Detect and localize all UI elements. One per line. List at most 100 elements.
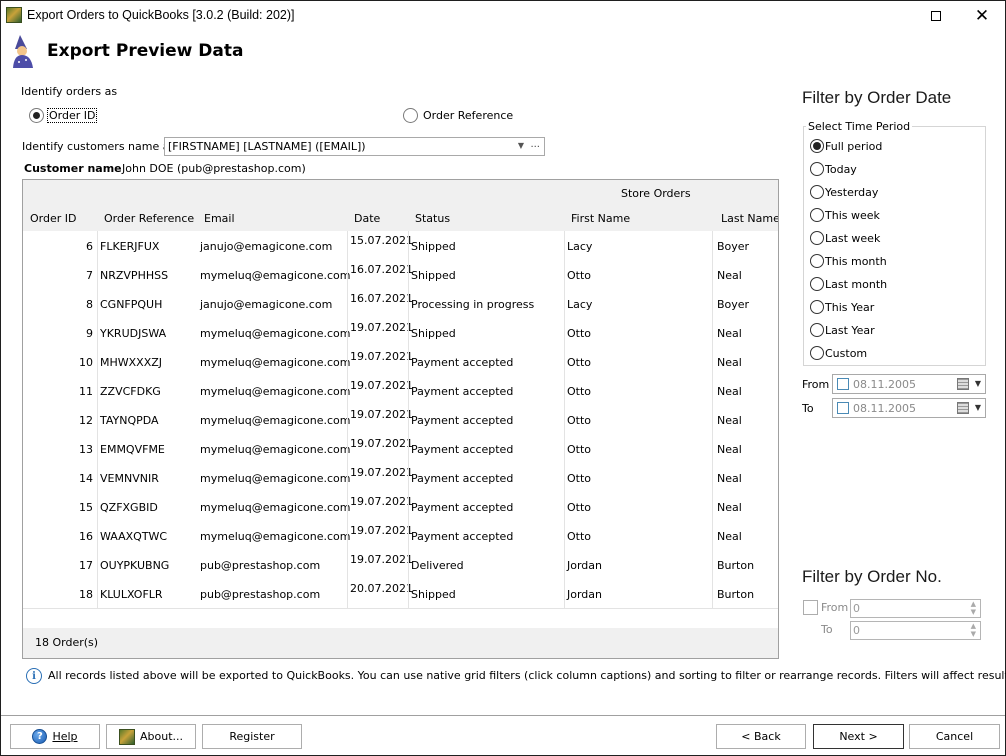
calendar-icon[interactable] (957, 402, 969, 414)
table-row[interactable]: 16 WAAXQTWC mymeluq@emagicone.com 19.07.202… (23, 521, 778, 550)
period-option-today[interactable]: Today (810, 162, 857, 178)
chevron-down-icon[interactable]: ▼ (975, 379, 981, 388)
period-option-last-week[interactable]: Last week (810, 231, 880, 247)
register-button[interactable]: Register (202, 724, 302, 749)
column-header-status[interactable]: Status (415, 212, 450, 225)
period-option-this-week[interactable]: This week (810, 208, 880, 224)
order-no-filter-checkbox[interactable] (803, 600, 818, 615)
band-store-orders[interactable]: Store Orders (621, 187, 691, 200)
ellipsis-button[interactable]: ... (530, 139, 540, 150)
page-title: Export Preview Data (47, 41, 244, 61)
table-row[interactable]: 17 OUYPKUBNG pub@prestashop.com 19.07.2021 D… (23, 550, 778, 579)
column-header-email[interactable]: Email (204, 212, 235, 225)
order-no-from-value: 0 (853, 602, 860, 615)
period-radio[interactable] (810, 185, 824, 199)
column-header-first-name[interactable]: First Name (571, 212, 630, 225)
cell-first-name: Otto (567, 327, 592, 340)
period-option-this-month[interactable]: This month (810, 254, 887, 270)
order-reference-radio-label[interactable]: Order Reference (423, 109, 513, 122)
period-radio[interactable] (810, 277, 824, 291)
table-row[interactable]: 11 ZZVCFDKG mymeluq@emagicone.com 19.07.202… (23, 376, 778, 405)
period-option-this-year[interactable]: This Year (810, 300, 874, 316)
period-radio[interactable] (810, 254, 824, 268)
period-label: This Year (825, 301, 875, 314)
column-header-date[interactable]: Date (354, 212, 380, 225)
spin-up-icon[interactable]: ▲ (971, 600, 976, 608)
cell-order-id: 8 (86, 298, 93, 311)
period-radio[interactable] (810, 208, 824, 222)
period-option-custom[interactable]: Custom (810, 346, 867, 362)
about-button[interactable]: About... (106, 724, 196, 749)
next-button-label: Next > (839, 730, 878, 743)
customer-name-format-label: Identify customers name as (22, 140, 176, 153)
cell-first-name: Otto (567, 269, 592, 282)
order-reference-radio[interactable] (403, 108, 418, 123)
period-radio[interactable] (810, 139, 824, 153)
period-option-last-month[interactable]: Last month (810, 277, 887, 293)
cell-last-name: Burton (717, 588, 755, 601)
period-label: Today (825, 163, 857, 176)
date-from-label: From (802, 378, 830, 391)
table-row[interactable]: 9 YKRUDJSWA mymeluq@emagicone.com 19.07.202… (23, 318, 778, 347)
cell-date: 16.07.2021 (350, 292, 413, 305)
help-button[interactable]: ? Help (10, 724, 100, 749)
spin-down-icon[interactable]: ▼ (971, 608, 976, 616)
column-header-last-name[interactable]: Last Name (721, 212, 778, 225)
cell-last-name: Neal (717, 530, 742, 543)
cell-first-name: Otto (567, 414, 592, 427)
cell-first-name: Lacy (567, 298, 593, 311)
close-button[interactable]: ✕ (959, 1, 1005, 31)
cell-status: Payment accepted (411, 472, 514, 485)
column-header-order-reference[interactable]: Order Reference (104, 212, 194, 225)
next-button[interactable]: Next > (813, 724, 904, 749)
order-id-radio[interactable] (29, 108, 44, 123)
order-id-radio-label[interactable]: Order ID (46, 108, 98, 123)
order-no-to-spin[interactable]: 0 ▲ ▼ (850, 621, 981, 640)
period-label: Custom (825, 347, 868, 360)
maximize-button[interactable] (913, 1, 959, 31)
cell-date: 19.07.2021 (350, 379, 413, 392)
cell-status: Shipped (411, 269, 456, 282)
date-to-checkbox[interactable] (837, 402, 849, 414)
date-from-checkbox[interactable] (837, 378, 849, 390)
cell-order-id: 17 (79, 559, 93, 572)
chevron-down-icon[interactable]: ▼ (975, 403, 981, 412)
cell-order-id: 10 (79, 356, 93, 369)
chevron-down-icon[interactable]: ▼ (518, 141, 524, 150)
table-row[interactable]: 10 MHWXXXZJ mymeluq@emagicone.com 19.07.202… (23, 347, 778, 376)
grid-last-row-line (23, 608, 778, 609)
info-text: All records listed above will be exporte… (48, 669, 1006, 682)
cell-status: Payment accepted (411, 501, 514, 514)
column-header-order-id[interactable]: Order ID (30, 212, 76, 225)
cell-order-reference: YKRUDJSWA (100, 327, 167, 340)
table-row[interactable]: 13 EMMQVFME mymeluq@emagicone.com 19.07.202… (23, 434, 778, 463)
table-row[interactable]: 8 CGNFPQUH janujo@emagicone.com 16.07.2021 P… (23, 289, 778, 318)
spin-down-icon[interactable]: ▼ (971, 630, 976, 638)
period-option-yesterday[interactable]: Yesterday (810, 185, 878, 201)
cell-date: 19.07.2021 (350, 437, 413, 450)
date-to-picker[interactable]: 08.11.2005 ▼ (832, 398, 986, 418)
cell-order-reference: CGNFPQUH (100, 298, 163, 311)
period-radio[interactable] (810, 162, 824, 176)
table-row[interactable]: 15 QZFXGBID mymeluq@emagicone.com 19.07.202… (23, 492, 778, 521)
table-row[interactable]: 18 KLULXOFLR pub@prestashop.com 20.07.2021 S… (23, 579, 778, 608)
app-logo-icon (6, 7, 22, 23)
period-radio[interactable] (810, 231, 824, 245)
period-option-full-period[interactable]: Full period (810, 139, 882, 155)
cancel-button[interactable]: Cancel (909, 724, 1000, 749)
date-from-picker[interactable]: 08.11.2005 ▼ (832, 374, 986, 394)
period-radio[interactable] (810, 300, 824, 314)
table-row[interactable]: 7 NRZVPHHSS mymeluq@emagicone.com 16.07.202… (23, 260, 778, 289)
calendar-icon[interactable] (957, 378, 969, 390)
customer-name-format-combo[interactable]: [FIRSTNAME] [LASTNAME] ([EMAIL]) ▼ ... (164, 137, 545, 156)
spin-up-icon[interactable]: ▲ (971, 622, 976, 630)
table-row[interactable]: 14 VEMNVNIR mymeluq@emagicone.com 19.07.202… (23, 463, 778, 492)
period-radio[interactable] (810, 346, 824, 360)
table-row[interactable]: 12 TAYNQPDA mymeluq@emagicone.com 19.07.202… (23, 405, 778, 434)
table-row[interactable]: 6 FLKERJFUX janujo@emagicone.com 15.07.2021… (23, 231, 778, 260)
period-radio[interactable] (810, 323, 824, 337)
period-option-last-year[interactable]: Last Year (810, 323, 875, 339)
back-button[interactable]: < Back (716, 724, 806, 749)
order-no-from-spin[interactable]: 0 ▲ ▼ (850, 599, 981, 618)
cell-date: 19.07.2021 (350, 553, 413, 566)
